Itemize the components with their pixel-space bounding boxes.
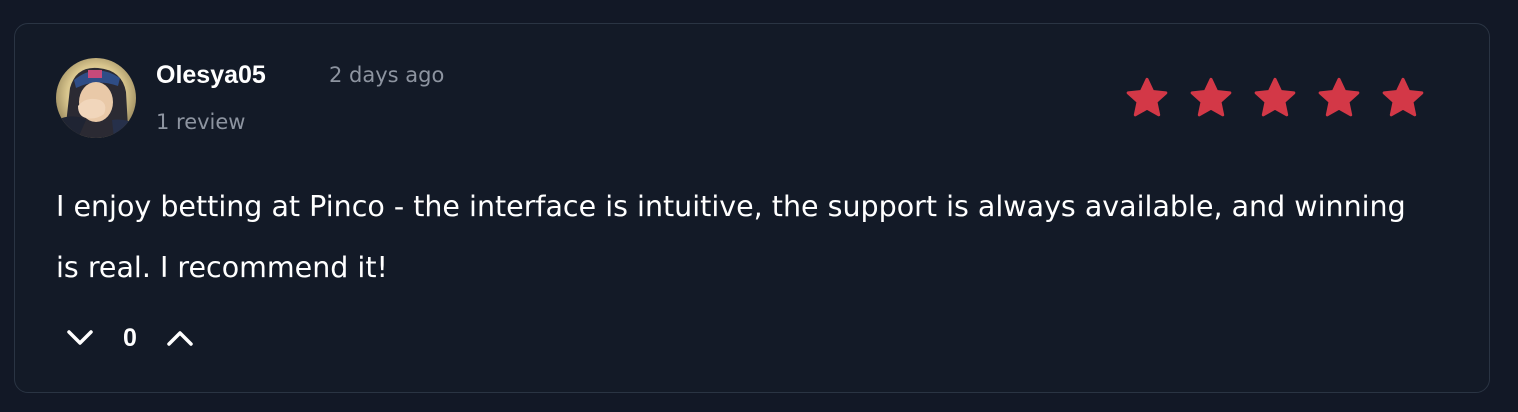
review-count: 1 review [156, 110, 246, 134]
vote-count: 0 [123, 323, 137, 352]
chevron-down-icon [67, 330, 93, 345]
star-icon [1126, 77, 1168, 117]
chevron-up-icon [167, 331, 193, 346]
review-card: Olesya05 2 days ago 1 review I enjoy bet… [14, 23, 1490, 393]
author-name[interactable]: Olesya05 [156, 59, 266, 91]
upvote-button[interactable] [165, 323, 195, 353]
review-text: I enjoy betting at Pinco - the interface… [56, 190, 1406, 284]
star-icon [1254, 77, 1296, 117]
downvote-button[interactable] [65, 323, 95, 353]
star-icon [1382, 77, 1424, 117]
review-date: 2 days ago [329, 63, 445, 87]
avatar-image [56, 58, 136, 138]
vote-controls: 0 [65, 322, 195, 354]
star-icon [1318, 77, 1360, 117]
star-rating [1125, 76, 1425, 120]
star-icon [1190, 77, 1232, 117]
avatar [56, 58, 136, 138]
